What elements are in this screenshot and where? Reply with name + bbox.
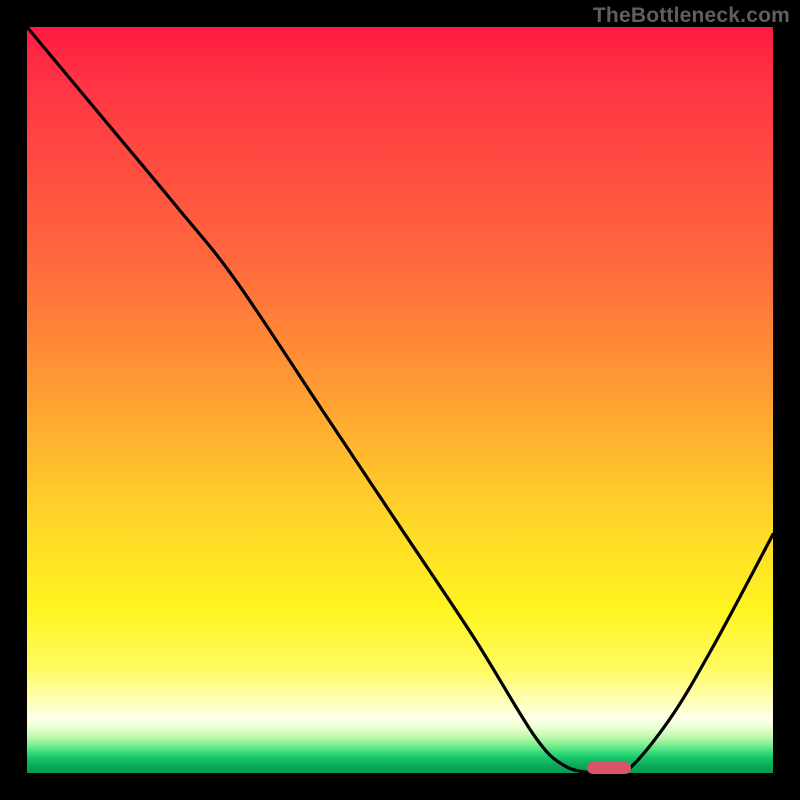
watermark-text: TheBottleneck.com	[593, 4, 790, 28]
chart-frame	[27, 27, 773, 773]
optimum-marker	[587, 762, 632, 774]
bottleneck-curve	[27, 27, 773, 773]
